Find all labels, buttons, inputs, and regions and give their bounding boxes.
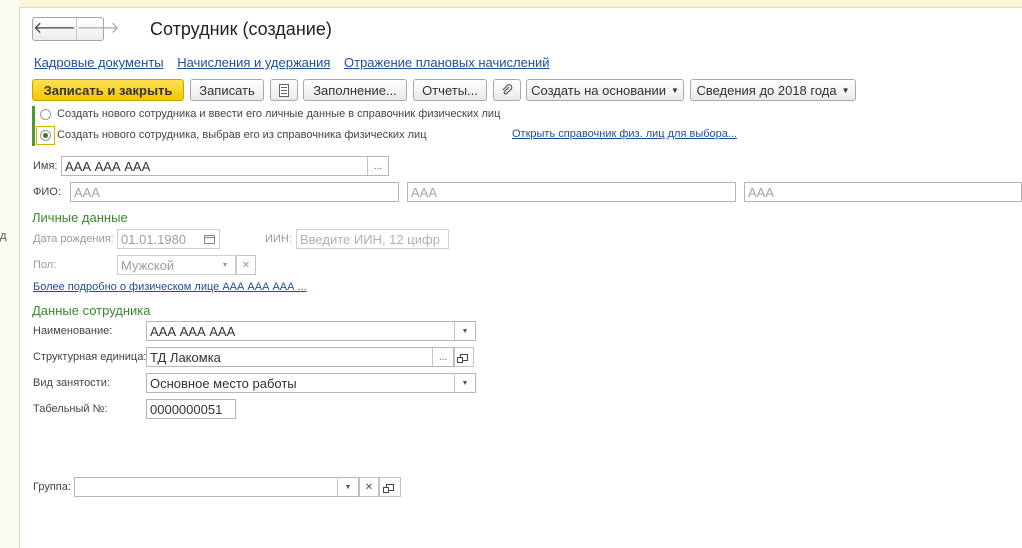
employment-type-value: Основное место работы bbox=[150, 375, 297, 391]
radio-option-label: Создать нового сотрудника, выбрав его из… bbox=[57, 129, 427, 141]
fill-button[interactable]: Заполнение... bbox=[303, 79, 407, 101]
employee-name-field[interactable]: ААА ААА ААА ▼ bbox=[146, 321, 476, 341]
list-button[interactable] bbox=[270, 79, 298, 101]
radio-option-label: Создать нового сотрудника и ввести его л… bbox=[57, 108, 501, 120]
last-name-value: ААА bbox=[74, 184, 101, 200]
personal-data-section-title: Личные данные bbox=[32, 210, 128, 225]
gender-select[interactable]: Мужской ▼ bbox=[117, 255, 236, 275]
save-button[interactable]: Записать bbox=[190, 79, 264, 101]
open-icon bbox=[457, 353, 468, 363]
dropdown-caret-icon[interactable]: ▼ bbox=[454, 374, 475, 392]
link-hr-documents[interactable]: Кадровые документы bbox=[34, 55, 164, 70]
group-field[interactable]: ▼ bbox=[74, 477, 359, 497]
person-details-link[interactable]: Более подробно о физическом лице ААА ААА… bbox=[33, 281, 307, 293]
fio-label: ФИО: bbox=[33, 186, 61, 198]
employee-name-label: Наименование: bbox=[33, 325, 113, 337]
last-name-field[interactable]: ААА bbox=[70, 182, 399, 202]
middle-name-value: ААА bbox=[748, 184, 775, 200]
tabnum-field[interactable]: 0000000051 bbox=[146, 399, 236, 419]
paperclip-icon bbox=[502, 83, 513, 94]
dropdown-caret-icon[interactable]: ▼ bbox=[337, 478, 358, 496]
arrow-right-icon: 🡒 bbox=[76, 20, 120, 37]
open-icon bbox=[383, 483, 394, 493]
dropdown-caret-icon: ▼ bbox=[670, 85, 679, 95]
middle-name-field[interactable]: ААА bbox=[744, 182, 1022, 202]
radio-option-select-person[interactable]: Создать нового сотрудника, выбрав его из… bbox=[40, 129, 427, 141]
dob-value: 01.01.1980 bbox=[121, 231, 187, 247]
gender-value: Мужской bbox=[121, 257, 175, 273]
save-and-close-button[interactable]: Записать и закрыть bbox=[32, 79, 184, 101]
clear-icon[interactable]: ✕ bbox=[359, 477, 379, 497]
name-label: Имя: bbox=[33, 160, 58, 172]
first-name-field[interactable]: ААА bbox=[407, 182, 736, 202]
tabnum-value: 0000000051 bbox=[150, 401, 223, 417]
left-panel-edge: д bbox=[0, 0, 20, 548]
dob-label: Дата рождения: bbox=[33, 233, 114, 245]
tabnum-label: Табельный №: bbox=[33, 403, 108, 415]
employment-type-select[interactable]: Основное место работы ▼ bbox=[146, 373, 476, 393]
radio-option-new-person[interactable]: Создать нового сотрудника и ввести его л… bbox=[40, 108, 500, 120]
open-unit-button[interactable] bbox=[454, 347, 474, 367]
iin-label: ИИН: bbox=[265, 233, 292, 245]
arrow-left-icon: 🡐 bbox=[33, 20, 76, 37]
history-nav: 🡐 🡒 bbox=[32, 17, 120, 41]
unit-field[interactable]: ТД Лакомка ... bbox=[146, 347, 454, 367]
clear-icon[interactable]: ✕ bbox=[236, 255, 256, 275]
unit-label: Структурная единица: bbox=[33, 351, 147, 363]
create-based-on-label: Создать на основании bbox=[531, 82, 666, 98]
iin-placeholder: Введите ИИН, 12 цифр bbox=[300, 231, 440, 247]
dropdown-caret-icon[interactable]: ▼ bbox=[215, 256, 235, 274]
link-accruals-deductions[interactable]: Начисления и удержания bbox=[177, 55, 330, 70]
dob-field[interactable]: 01.01.1980 bbox=[117, 229, 220, 249]
info-before-2018-label: Сведения до 2018 года bbox=[696, 82, 837, 98]
dropdown-caret-icon: ▼ bbox=[841, 85, 850, 95]
select-button[interactable]: ... bbox=[367, 157, 388, 175]
reports-button[interactable]: Отчеты... bbox=[413, 79, 487, 101]
iin-field[interactable]: Введите ИИН, 12 цифр bbox=[296, 229, 449, 249]
dropdown-caret-icon[interactable]: ▼ bbox=[454, 322, 475, 340]
create-based-on-button[interactable]: Создать на основании ▼ bbox=[526, 79, 684, 101]
name-field[interactable]: ААА ААА ААА ... bbox=[61, 156, 389, 176]
link-planned-accruals[interactable]: Отражение плановых начислений bbox=[344, 55, 550, 70]
top-strip bbox=[19, 0, 1022, 8]
open-persons-directory-link[interactable]: Открыть справочник физ. лиц для выбора..… bbox=[512, 128, 737, 140]
gender-label: Пол: bbox=[33, 259, 57, 271]
info-before-2018-button[interactable]: Сведения до 2018 года ▼ bbox=[690, 79, 856, 101]
forward-button[interactable]: 🡒 bbox=[75, 18, 120, 40]
open-group-button[interactable] bbox=[379, 477, 401, 497]
radio-button-selected[interactable] bbox=[40, 129, 51, 141]
group-label: Группа: bbox=[33, 481, 71, 493]
name-value: ААА ААА ААА bbox=[65, 158, 151, 174]
employee-data-section-title: Данные сотрудника bbox=[32, 303, 151, 318]
select-button[interactable]: ... bbox=[432, 348, 453, 366]
document-list-icon bbox=[279, 83, 289, 97]
form-links: Кадровые документы Начисления и удержани… bbox=[34, 55, 560, 70]
calendar-icon[interactable] bbox=[199, 230, 219, 248]
radio-group-marker bbox=[32, 106, 35, 146]
employee-name-value: ААА ААА ААА bbox=[150, 323, 236, 339]
employment-type-label: Вид занятости: bbox=[33, 377, 110, 389]
attach-button[interactable] bbox=[493, 79, 521, 101]
first-name-value: ААА bbox=[411, 184, 438, 200]
radio-button[interactable] bbox=[40, 108, 51, 120]
page-title: Сотрудник (создание) bbox=[150, 19, 332, 39]
unit-value: ТД Лакомка bbox=[150, 349, 221, 365]
gutter-text: д bbox=[0, 230, 7, 242]
back-button[interactable]: 🡐 bbox=[33, 18, 76, 40]
